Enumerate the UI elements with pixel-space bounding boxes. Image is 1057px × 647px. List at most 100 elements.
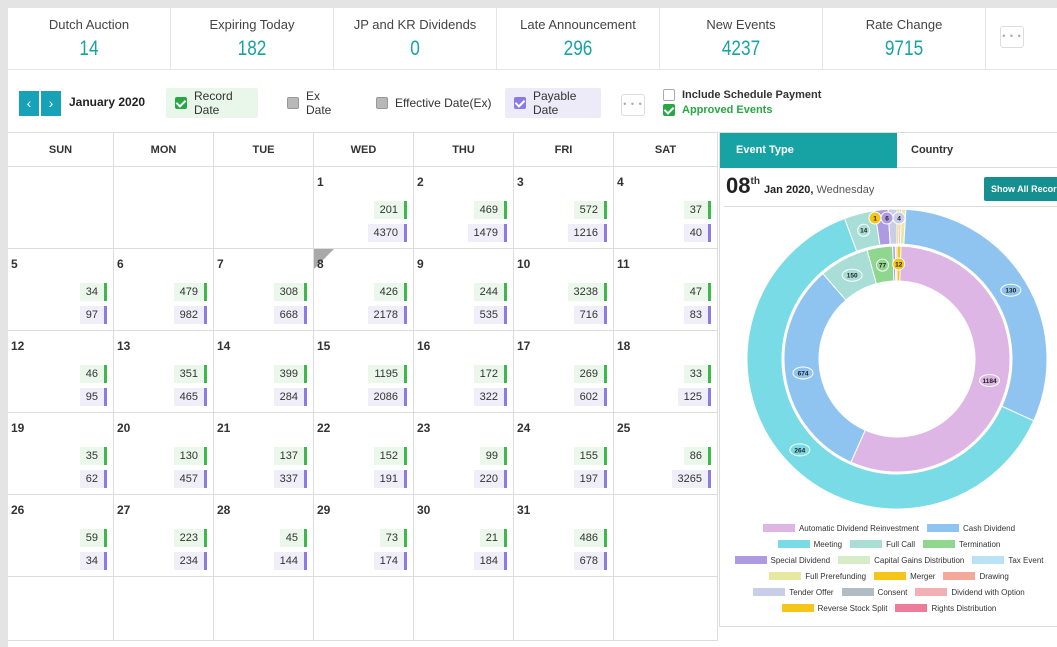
stat-rate-change[interactable]: Rate Change 9715 (823, 8, 986, 70)
record-date-count[interactable]: 244 (473, 283, 507, 301)
day-cell[interactable]: 5 34 97 (8, 249, 114, 330)
payable-date-count[interactable]: 1479 (467, 224, 507, 242)
more-filters-button[interactable]: • • • (621, 94, 645, 116)
approved-events-option[interactable]: Approved Events (663, 104, 772, 116)
day-cell[interactable]: 7 308 668 (214, 249, 314, 330)
day-cell[interactable]: 25 86 3265 (614, 413, 718, 494)
day-cell[interactable]: 30 21 184 (414, 495, 514, 576)
payable-date-count[interactable]: 982 (173, 306, 207, 324)
record-date-count[interactable]: 479 (173, 283, 207, 301)
day-cell[interactable]: 28 45 144 (214, 495, 314, 576)
day-cell[interactable]: 4 37 40 (614, 167, 718, 248)
ex-date-filter[interactable]: Ex Date (278, 88, 348, 118)
day-cell[interactable]: 15 1195 2086 (314, 331, 414, 412)
day-cell[interactable]: 1 201 4370 (314, 167, 414, 248)
stat-expiring-today[interactable]: Expiring Today 182 (171, 8, 334, 70)
day-cell[interactable]: 8 426 2178 (314, 249, 414, 330)
show-all-records-button[interactable]: Show All Records (984, 177, 1057, 201)
day-cell[interactable]: 12 46 95 (8, 331, 114, 412)
record-date-count[interactable]: 37 (683, 201, 711, 219)
payable-date-count[interactable]: 668 (273, 306, 307, 324)
record-date-count[interactable]: 73 (379, 529, 407, 547)
record-date-count[interactable]: 155 (573, 447, 607, 465)
record-date-count[interactable]: 399 (273, 365, 307, 383)
legend-item[interactable]: Merger (874, 572, 935, 581)
day-cell[interactable]: 18 33 125 (614, 331, 718, 412)
day-cell[interactable]: 22 152 191 (314, 413, 414, 494)
tab-country[interactable]: Country (897, 133, 1057, 168)
record-date-count[interactable]: 152 (373, 447, 407, 465)
record-date-count[interactable]: 172 (473, 365, 507, 383)
record-date-count[interactable]: 86 (683, 447, 711, 465)
payable-date-count[interactable]: 465 (173, 388, 207, 406)
more-stats-button[interactable]: • • • (1000, 26, 1024, 48)
payable-date-count[interactable]: 40 (683, 224, 711, 242)
record-date-count[interactable]: 21 (479, 529, 507, 547)
stat-jp-kr-dividends[interactable]: JP and KR Dividends 0 (334, 8, 497, 70)
legend-item[interactable]: Drawing (943, 572, 1009, 581)
payable-date-count[interactable]: 2178 (367, 306, 407, 324)
day-cell[interactable]: 9 244 535 (414, 249, 514, 330)
legend-item[interactable]: Cash Dividend (927, 524, 1015, 533)
legend-item[interactable]: Capital Gains Distribution (838, 556, 964, 565)
payable-date-count[interactable]: 220 (473, 470, 507, 488)
day-cell[interactable]: 29 73 174 (314, 495, 414, 576)
payable-date-filter[interactable]: Payable Date (505, 88, 601, 118)
tab-event-type[interactable]: Event Type (720, 133, 897, 168)
record-date-count[interactable]: 426 (373, 283, 407, 301)
payable-date-count[interactable]: 678 (573, 552, 607, 570)
payable-date-count[interactable]: 3265 (671, 470, 711, 488)
payable-date-count[interactable]: 2086 (367, 388, 407, 406)
day-cell[interactable]: 13 351 465 (114, 331, 214, 412)
record-date-count[interactable]: 45 (279, 529, 307, 547)
payable-date-count[interactable]: 62 (79, 470, 107, 488)
day-cell[interactable]: 6 479 982 (114, 249, 214, 330)
record-date-count[interactable]: 59 (79, 529, 107, 547)
legend-item[interactable]: Dividend with Option (915, 588, 1025, 597)
record-date-count[interactable]: 34 (79, 283, 107, 301)
day-cell[interactable]: 24 155 197 (514, 413, 614, 494)
day-cell[interactable]: 3 572 1216 (514, 167, 614, 248)
record-date-count[interactable]: 35 (79, 447, 107, 465)
payable-date-count[interactable]: 337 (273, 470, 307, 488)
record-date-count[interactable]: 201 (373, 201, 407, 219)
legend-item[interactable]: Termination (923, 540, 1000, 549)
day-cell[interactable]: 11 47 83 (614, 249, 718, 330)
record-date-count[interactable]: 572 (573, 201, 607, 219)
legend-item[interactable]: Special Dividend (734, 556, 830, 565)
record-date-count[interactable]: 137 (273, 447, 307, 465)
effective-date-filter[interactable]: Effective Date(Ex) (367, 88, 497, 118)
legend-item[interactable]: Reverse Stock Split (781, 604, 887, 613)
legend-item[interactable]: Rights Distribution (895, 604, 996, 613)
record-date-count[interactable]: 33 (683, 365, 711, 383)
record-date-count[interactable]: 130 (173, 447, 207, 465)
record-date-count[interactable]: 46 (79, 365, 107, 383)
day-cell[interactable]: 2 469 1479 (414, 167, 514, 248)
legend-item[interactable]: Automatic Dividend Reinvestment (762, 524, 919, 533)
legend-item[interactable]: Meeting (777, 540, 842, 549)
payable-date-count[interactable]: 716 (573, 306, 607, 324)
payable-date-count[interactable]: 174 (373, 552, 407, 570)
payable-date-count[interactable]: 197 (573, 470, 607, 488)
record-date-count[interactable]: 47 (683, 283, 711, 301)
record-date-count[interactable]: 308 (273, 283, 307, 301)
record-date-count[interactable]: 223 (173, 529, 207, 547)
legend-item[interactable]: Tax Event (972, 556, 1044, 565)
day-cell[interactable]: 19 35 62 (8, 413, 114, 494)
day-cell[interactable]: 26 59 34 (8, 495, 114, 576)
record-date-count[interactable]: 269 (573, 365, 607, 383)
day-cell[interactable]: 10 3238 716 (514, 249, 614, 330)
legend-item[interactable]: Consent (841, 588, 907, 597)
stat-late-announcement[interactable]: Late Announcement 296 (497, 8, 660, 70)
payable-date-count[interactable]: 125 (677, 388, 711, 406)
payable-date-count[interactable]: 535 (473, 306, 507, 324)
day-cell[interactable]: 23 99 220 (414, 413, 514, 494)
stat-dutch-auction[interactable]: Dutch Auction 14 (8, 8, 171, 70)
stat-new-events[interactable]: New Events 4237 (660, 8, 823, 70)
payable-date-count[interactable]: 457 (173, 470, 207, 488)
payable-date-count[interactable]: 322 (473, 388, 507, 406)
payable-date-count[interactable]: 144 (273, 552, 307, 570)
day-cell[interactable]: 17 269 602 (514, 331, 614, 412)
payable-date-count[interactable]: 34 (79, 552, 107, 570)
payable-date-count[interactable]: 284 (273, 388, 307, 406)
